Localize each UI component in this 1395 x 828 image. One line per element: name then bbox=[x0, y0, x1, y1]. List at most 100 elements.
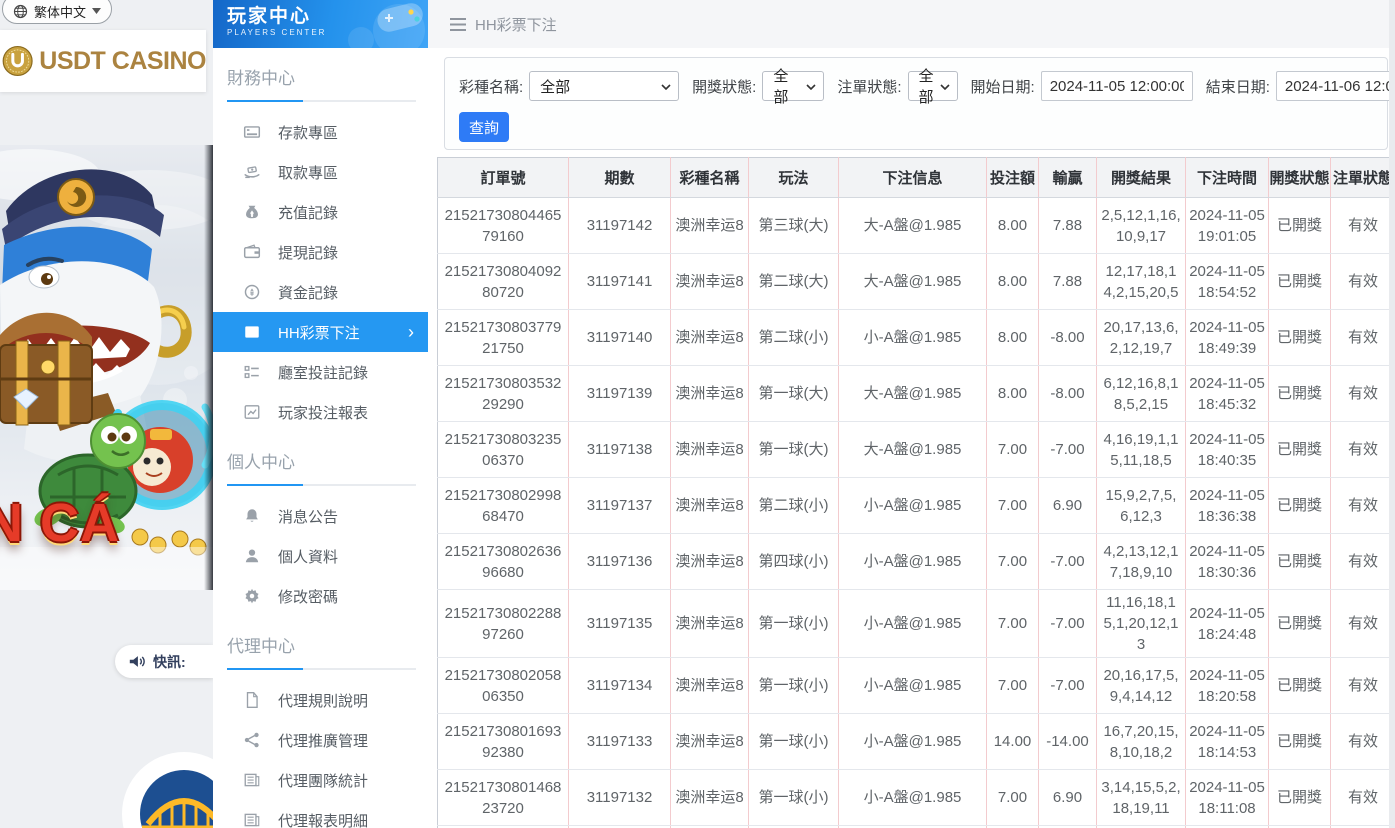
sidebar-header: 玩家中心 PLAYERS CENTER bbox=[213, 0, 428, 48]
sidebar-item[interactable]: 玩家投注報表 bbox=[213, 392, 428, 432]
table-cell: 20,16,17,5,9,4,14,12 bbox=[1097, 658, 1186, 714]
table-cell: 有效 bbox=[1331, 254, 1395, 310]
page-title: HH彩票下注 bbox=[475, 14, 557, 35]
table-cell: 第四球(小) bbox=[749, 534, 839, 590]
table-cell: 已開獎 bbox=[1269, 422, 1331, 478]
news-label: 快訊: bbox=[153, 652, 186, 672]
globe-icon bbox=[13, 4, 28, 19]
column-header: 開獎結果 bbox=[1097, 158, 1186, 198]
sidebar-item[interactable]: 代理團隊統計 bbox=[213, 760, 428, 800]
table-cell: 第二球(大) bbox=[749, 254, 839, 310]
table-cell: 31197134 bbox=[569, 658, 671, 714]
table-cell: 第一球(小) bbox=[749, 714, 839, 770]
filter-panel: 彩種名稱: 全部 開獎狀態: 全部 注單狀態: 全部 bbox=[444, 57, 1388, 150]
sidebar: 玩家中心 PLAYERS CENTER 財務中心存款專區取款專區充值記錄提現記錄… bbox=[213, 0, 428, 828]
sidebar-item[interactable]: 個人資料 bbox=[213, 536, 428, 576]
table-cell: 有效 bbox=[1331, 770, 1395, 826]
table-cell: 有效 bbox=[1331, 658, 1395, 714]
casino-logo[interactable]: USDT CASINO bbox=[0, 30, 206, 92]
table-cell: 2024-11-05 18:20:58 bbox=[1186, 658, 1269, 714]
table-cell: 小-A盤@1.985 bbox=[839, 714, 987, 770]
table-cell: 有效 bbox=[1331, 534, 1395, 590]
sidebar-item[interactable]: 廳室投註記錄 bbox=[213, 352, 428, 392]
table-cell: 2024-11-05 18:30:36 bbox=[1186, 534, 1269, 590]
order-status-select[interactable]: 全部 bbox=[908, 71, 958, 101]
table-row: 215217308040928072031197141澳洲幸运8第二球(大)大-… bbox=[438, 254, 1395, 310]
table-cell: 澳洲幸运8 bbox=[671, 366, 749, 422]
deposit-icon bbox=[243, 123, 261, 141]
column-header: 開獎狀態 bbox=[1269, 158, 1331, 198]
language-label: 繁体中文 bbox=[34, 2, 86, 21]
table-cell: 已開獎 bbox=[1269, 658, 1331, 714]
speaker-icon bbox=[128, 654, 146, 669]
table-cell: 第一球(小) bbox=[749, 770, 839, 826]
sidebar-item[interactable]: 充值記錄 bbox=[213, 192, 428, 232]
table-cell: 20,17,13,6,2,12,19,7 bbox=[1097, 310, 1186, 366]
player-report-icon bbox=[243, 403, 261, 421]
table-cell: -7.00 bbox=[1039, 422, 1097, 478]
chevron-down-icon bbox=[661, 84, 671, 90]
table-cell: 2152173080377921750 bbox=[438, 310, 569, 366]
coin-logo-icon bbox=[2, 35, 33, 87]
lottery-name-label: 彩種名稱: bbox=[459, 76, 523, 97]
table-cell: 31197138 bbox=[569, 422, 671, 478]
draw-status-select[interactable]: 全部 bbox=[762, 71, 824, 101]
cashout-icon bbox=[243, 243, 261, 261]
table-cell: 7.00 bbox=[987, 658, 1039, 714]
table-row: 215217308035322929031197139澳洲幸运8第一球(大)大-… bbox=[438, 366, 1395, 422]
table-cell: 已開獎 bbox=[1269, 478, 1331, 534]
chevron-down-icon bbox=[92, 8, 101, 14]
sidebar-item[interactable]: 存款專區 bbox=[213, 112, 428, 152]
table-cell: 澳洲幸运8 bbox=[671, 254, 749, 310]
table-cell: 31197139 bbox=[569, 366, 671, 422]
end-date-input[interactable] bbox=[1276, 71, 1395, 101]
lottery-icon bbox=[243, 323, 261, 341]
table-cell: 31197136 bbox=[569, 534, 671, 590]
table-cell: 31197135 bbox=[569, 590, 671, 658]
table-cell: 2152173080263696680 bbox=[438, 534, 569, 590]
table-cell: 2024-11-05 18:24:48 bbox=[1186, 590, 1269, 658]
sidebar-item[interactable]: 代理規則說明 bbox=[213, 680, 428, 720]
table-cell: 已開獎 bbox=[1269, 534, 1331, 590]
table-cell: 6.90 bbox=[1039, 770, 1097, 826]
table-row: 215217308016939238031197133澳洲幸运8第一球(小)小-… bbox=[438, 714, 1395, 770]
table-cell: -7.00 bbox=[1039, 534, 1097, 590]
column-header: 彩種名稱 bbox=[671, 158, 749, 198]
table-cell: 澳洲幸运8 bbox=[671, 478, 749, 534]
chevron-down-icon bbox=[806, 84, 816, 90]
left-panel: 繁体中文 USDT CASINO bbox=[0, 0, 213, 828]
table-cell: 7.00 bbox=[987, 478, 1039, 534]
sidebar-item[interactable]: 取款專區 bbox=[213, 152, 428, 192]
sidebar-item[interactable]: 修改密碼 bbox=[213, 576, 428, 616]
person-icon bbox=[243, 547, 261, 565]
table-cell: 小-A盤@1.985 bbox=[839, 310, 987, 366]
sidebar-item[interactable]: 消息公告 bbox=[213, 496, 428, 536]
table-row: 215217308037792175031197140澳洲幸运8第二球(小)小-… bbox=[438, 310, 1395, 366]
sidebar-item[interactable]: 代理報表明細 bbox=[213, 800, 428, 828]
sidebar-item[interactable]: 代理推廣管理 bbox=[213, 720, 428, 760]
column-header: 玩法 bbox=[749, 158, 839, 198]
hamburger-menu-icon[interactable] bbox=[450, 18, 466, 31]
sidebar-item[interactable]: HH彩票下注› bbox=[213, 312, 428, 352]
search-button[interactable]: 查詢 bbox=[459, 112, 509, 142]
language-selector[interactable]: 繁体中文 bbox=[2, 0, 112, 24]
sidebar-item[interactable]: 提現記錄 bbox=[213, 232, 428, 272]
table-cell: 8.00 bbox=[987, 366, 1039, 422]
table-cell: 7.00 bbox=[987, 422, 1039, 478]
table-cell: 有效 bbox=[1331, 366, 1395, 422]
news-ticker[interactable]: 快訊: bbox=[115, 645, 213, 678]
sidebar-item-label: 修改密碼 bbox=[278, 586, 338, 607]
table-cell: 31197137 bbox=[569, 478, 671, 534]
table-cell: 2152173080205806350 bbox=[438, 658, 569, 714]
table-cell: 已開獎 bbox=[1269, 590, 1331, 658]
start-date-input[interactable] bbox=[1041, 71, 1193, 101]
sidebar-item-label: 存款專區 bbox=[278, 122, 338, 143]
sidebar-item[interactable]: 資金記錄 bbox=[213, 272, 428, 312]
table-cell: -14.00 bbox=[1039, 714, 1097, 770]
table-cell: 第一球(大) bbox=[749, 422, 839, 478]
lottery-name-select[interactable]: 全部 bbox=[529, 71, 679, 101]
table-cell: 有效 bbox=[1331, 198, 1395, 254]
table-cell: 已開獎 bbox=[1269, 310, 1331, 366]
scrollbar[interactable] bbox=[1389, 0, 1395, 828]
table-cell: 31197140 bbox=[569, 310, 671, 366]
